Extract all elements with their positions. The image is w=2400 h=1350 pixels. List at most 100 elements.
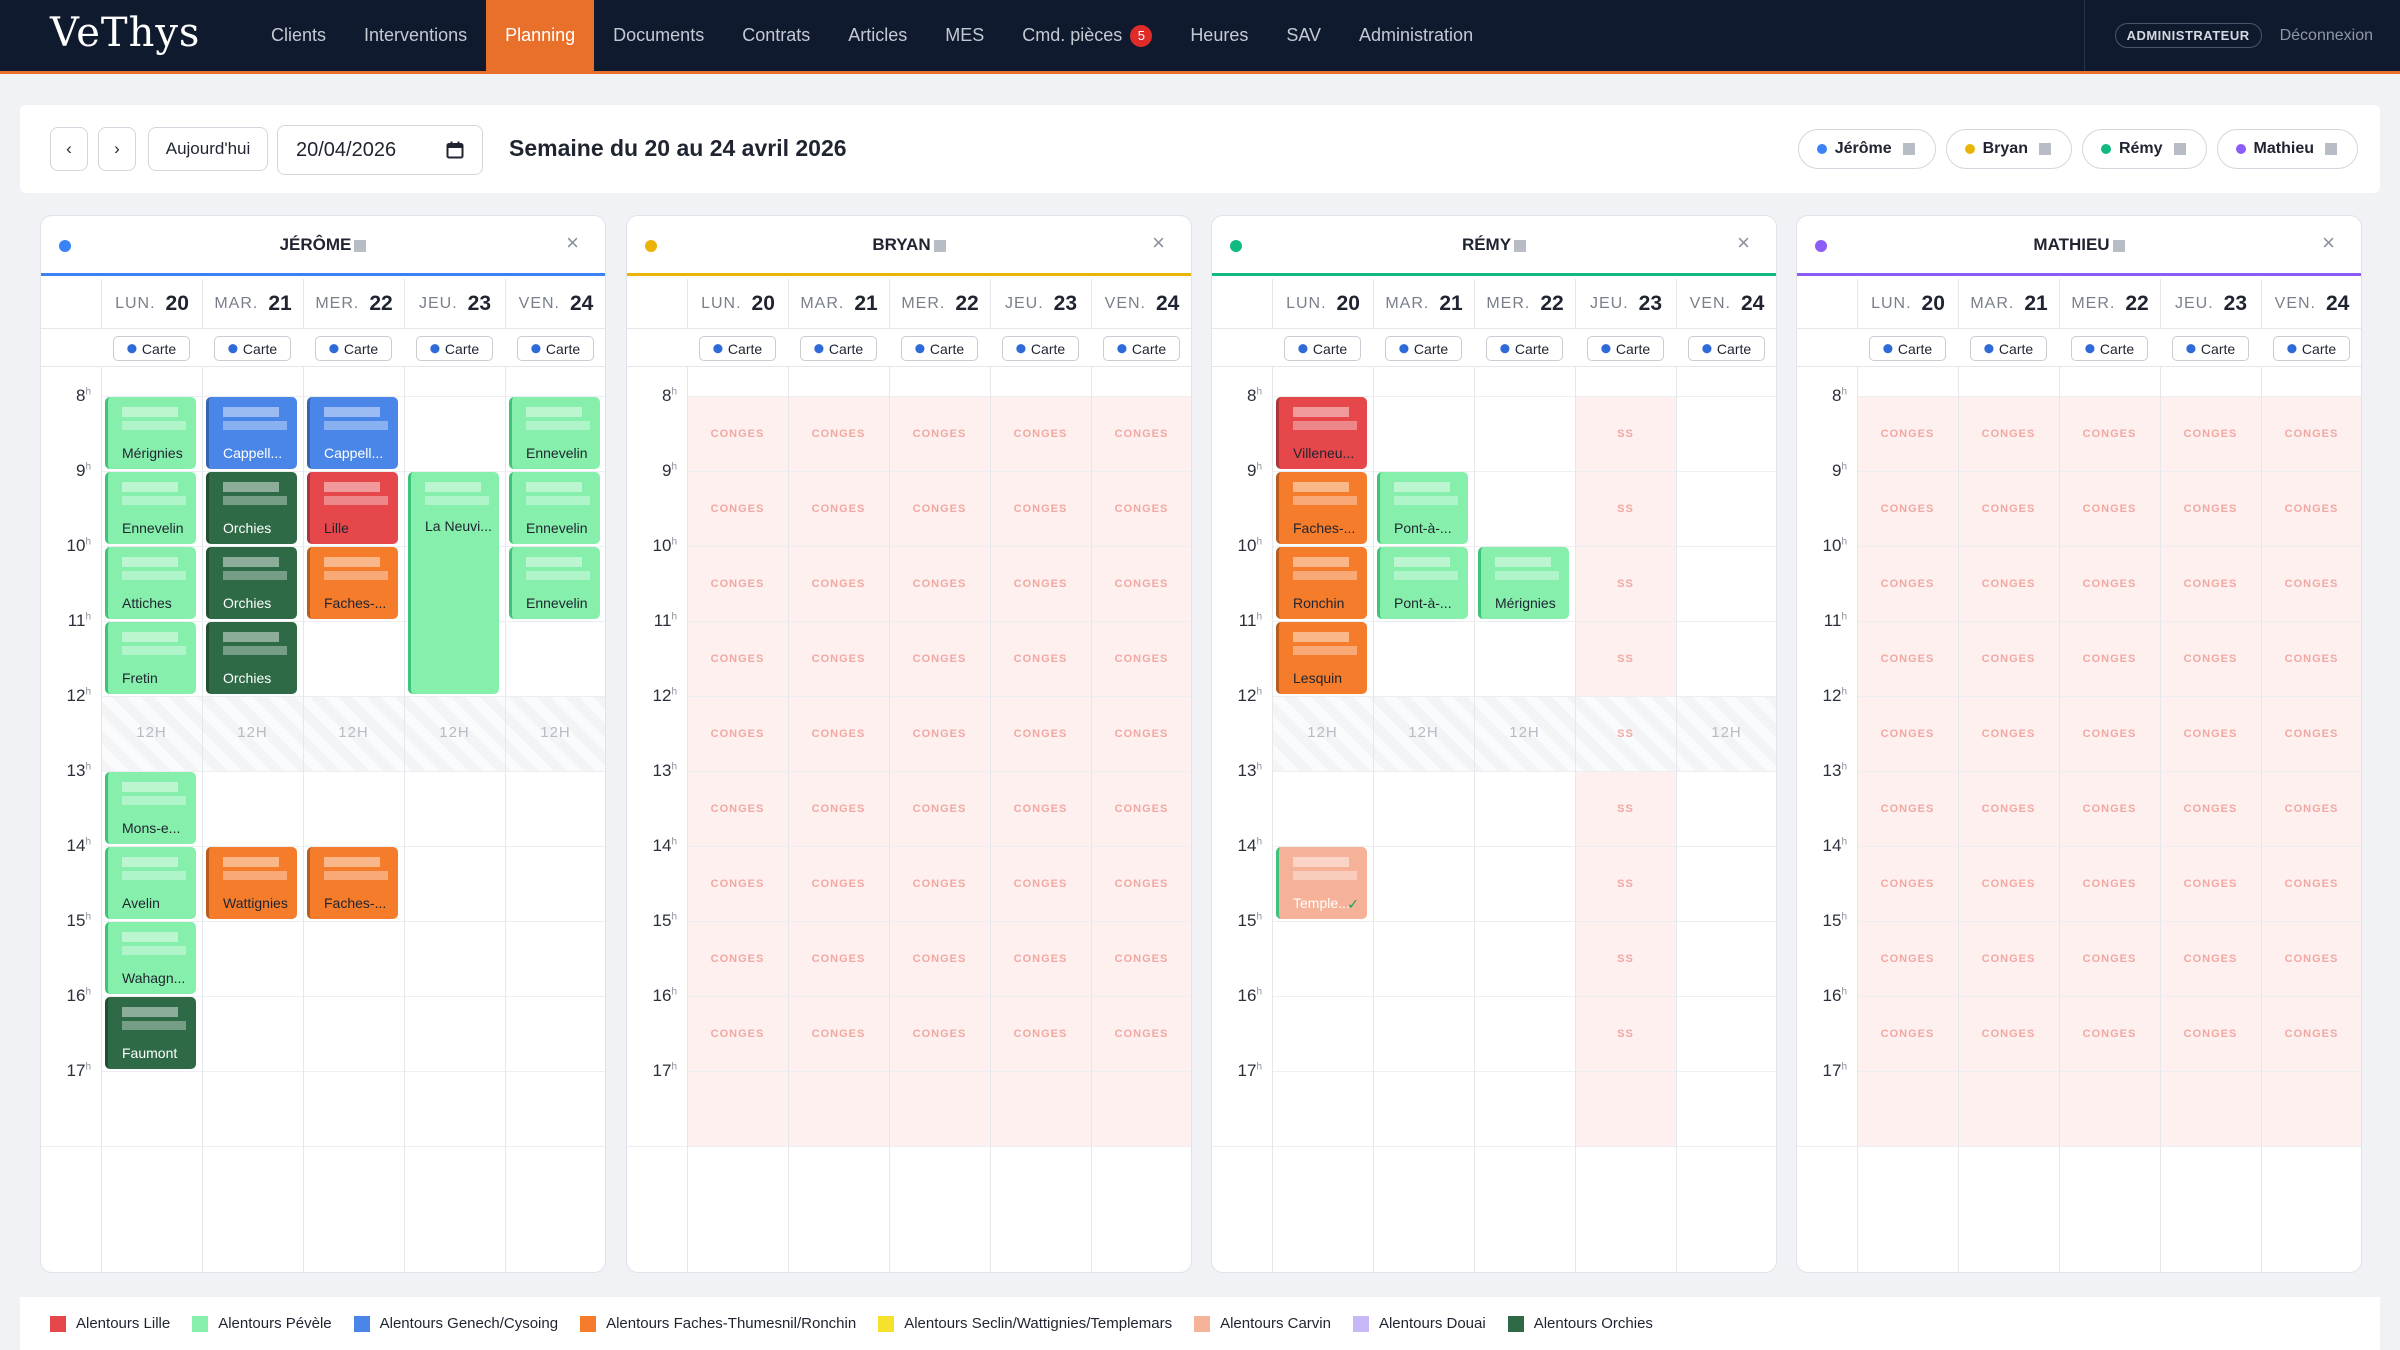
logout-link[interactable]: Déconnexion [2280,27,2373,45]
day-number: 21 [854,292,878,315]
intervention-event[interactable]: Ennevelin [509,397,600,469]
date-input[interactable]: 20/04/2026 [277,125,483,175]
map-button[interactable]: ⬤ Carte [416,336,493,361]
hour-label: 16h [627,986,677,1006]
intervention-event[interactable]: Mons-e... [105,772,196,844]
map-button[interactable]: ⬤ Carte [517,336,594,361]
map-button[interactable]: ⬤ Carte [1970,336,2047,361]
map-button[interactable]: ⬤ Carte [1486,336,1563,361]
map-button[interactable]: ⬤ Carte [214,336,291,361]
map-button[interactable]: ⬤ Carte [1103,336,1180,361]
event-city: Faches-... [324,595,387,611]
map-button[interactable]: ⬤ Carte [113,336,190,361]
map-button-label: Carte [1413,340,1449,357]
redacted-address [324,571,388,580]
map-button[interactable]: ⬤ Carte [2071,336,2148,361]
nav-item-4[interactable]: Contrats [723,0,829,71]
intervention-event[interactable]: Avelin [105,847,196,919]
prev-week-button[interactable]: ‹ [50,127,88,171]
map-button[interactable]: ⬤ Carte [800,336,877,361]
map-button[interactable]: ⬤ Carte [1869,336,1946,361]
day-header-1: MAR. 21 [202,279,303,329]
intervention-event[interactable]: Ennevelin [105,472,196,544]
day-header-0: LUN. 20 [101,279,202,329]
hour-line [1857,1071,2361,1072]
intervention-event[interactable]: Mérignies [1478,547,1569,619]
hour-label: 14h [1797,836,1847,856]
nav-item-7[interactable]: Cmd. pièces 5 [1003,0,1171,71]
map-button[interactable]: ⬤ Carte [2273,336,2350,361]
intervention-event[interactable]: Pont-à-... [1377,472,1468,544]
hour-label: 12h [627,686,677,706]
intervention-event[interactable]: Ronchin [1276,547,1367,619]
map-button[interactable]: ⬤ Carte [1385,336,1462,361]
leave-label: CONGES [2183,728,2238,740]
nav-item-8[interactable]: Heures [1171,0,1267,71]
nav-item-5[interactable]: Articles [829,0,926,71]
calendar-icon[interactable] [446,141,464,159]
intervention-event[interactable]: Faumont [105,997,196,1069]
next-week-button[interactable]: › [98,127,136,171]
filter-pill-1[interactable]: Bryan [1945,129,2072,169]
map-button[interactable]: ⬤ Carte [1587,336,1664,361]
today-button[interactable]: Aujourd'hui [148,127,268,171]
hour-unit: h [671,386,677,398]
nav-item-3[interactable]: Documents [594,0,723,71]
filter-pill-3[interactable]: Mathieu [2216,129,2358,169]
map-button[interactable]: ⬤ Carte [1284,336,1361,361]
hour-unit: h [671,911,677,923]
legend-swatch [1507,1315,1524,1332]
nav-item-1[interactable]: Interventions [345,0,486,71]
map-button[interactable]: ⬤ Carte [1688,336,1765,361]
intervention-event[interactable]: Mérignies [105,397,196,469]
intervention-event[interactable]: Lille [307,472,398,544]
intervention-event[interactable]: Faches-... [307,847,398,919]
intervention-event[interactable]: Pont-à-... [1377,547,1468,619]
nav-item-6[interactable]: MES [926,0,1003,71]
hour-unit: h [85,611,91,623]
map-button[interactable]: ⬤ Carte [901,336,978,361]
close-icon[interactable]: × [2322,230,2335,256]
intervention-event[interactable]: La Neuvi... [408,472,499,694]
intervention-event[interactable]: Cappell... [206,397,297,469]
intervention-event[interactable]: Faches-... [307,547,398,619]
nav-item-10[interactable]: Administration [1340,0,1492,71]
close-icon[interactable]: × [1152,230,1165,256]
intervention-event[interactable]: Orchies [206,472,297,544]
nav-item-0[interactable]: Clients [252,0,345,71]
map-button-label: Carte [444,340,480,357]
intervention-event[interactable]: Cappell... [307,397,398,469]
technician-panel-2: RÉMY × LUN. 20 MAR. 21 MER. 22 JEU. 23 VEN. 24 ⬤ Cart… [1211,215,1777,1273]
hour-label: 17h [627,1061,677,1081]
leave-label: CONGES [811,878,866,890]
map-button-label: Carte [343,340,379,357]
redacted-client [1293,407,1349,417]
intervention-event[interactable]: Ennevelin [509,472,600,544]
map-button[interactable]: ⬤ Carte [1002,336,1079,361]
filter-pill-0[interactable]: Jérôme [1797,129,1936,169]
intervention-event[interactable]: Fretin [105,622,196,694]
filter-pill-2[interactable]: Rémy [2081,129,2207,169]
leave-label: CONGES [1114,428,1169,440]
close-icon[interactable]: × [566,230,579,256]
map-button[interactable]: ⬤ Carte [2172,336,2249,361]
event-city: Faches-... [1293,520,1356,536]
legend-swatch [1194,1315,1211,1332]
app-logo[interactable]: VeThys [50,10,200,56]
map-button[interactable]: ⬤ Carte [699,336,776,361]
intervention-event[interactable]: Orchies [206,622,297,694]
close-icon[interactable]: × [1737,230,1750,256]
intervention-event[interactable]: Wahagn... [105,922,196,994]
intervention-event[interactable]: Ennevelin [509,547,600,619]
intervention-event[interactable]: Orchies [206,547,297,619]
intervention-event[interactable]: Lesquin [1276,622,1367,694]
intervention-event[interactable]: Attiches [105,547,196,619]
intervention-event[interactable]: Faches-... [1276,472,1367,544]
intervention-event[interactable]: Villeneu... [1276,397,1367,469]
intervention-event[interactable]: Temple... ✓ [1276,847,1367,919]
intervention-event[interactable]: Wattignies [206,847,297,919]
leave-label: CONGES [1880,578,1935,590]
map-button[interactable]: ⬤ Carte [315,336,392,361]
nav-item-2[interactable]: Planning [486,0,595,71]
nav-item-9[interactable]: SAV [1267,0,1340,71]
